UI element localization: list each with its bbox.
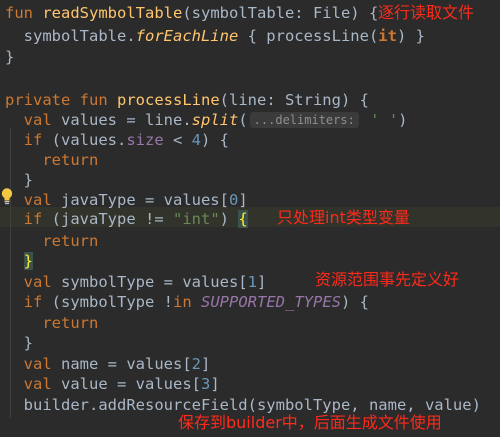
code-text: ]	[238, 191, 248, 209]
code-text: )	[398, 111, 408, 129]
code-line-3[interactable]: }	[5, 47, 14, 67]
code-text: (	[238, 111, 248, 129]
code-text: ) }	[396, 27, 425, 45]
constant: SUPPORTED_TYPES	[201, 293, 341, 311]
code-text: (line: String) {	[219, 91, 369, 109]
code-line-8[interactable]: return	[5, 150, 98, 170]
matched-brace: }	[23, 252, 34, 270]
keyword: if	[23, 131, 43, 149]
code-text: }	[23, 334, 34, 352]
number-literal: 4	[191, 131, 202, 149]
code-line-6[interactable]: val values = line.split(...delimiters: '…	[5, 110, 408, 130]
code-text: <	[163, 131, 192, 149]
code-text: }	[5, 48, 15, 66]
code-line-19[interactable]: val value = values[3]	[5, 374, 220, 394]
keyword: if	[23, 293, 43, 311]
code-text: }	[23, 171, 34, 189]
number-literal: 0	[228, 191, 239, 209]
code-text: (values.	[42, 131, 127, 149]
code-line-11[interactable]: if (javaType != "int") {	[5, 209, 248, 229]
extension-call: forEachLine	[135, 27, 239, 45]
code-line-18[interactable]: val name = values[2]	[5, 354, 211, 374]
code-text: javaType = values[	[51, 191, 229, 209]
property: size	[126, 131, 164, 149]
code-text: )	[219, 210, 239, 228]
keyword: fun	[5, 4, 33, 22]
code-text: (javaType !=	[42, 210, 173, 228]
annotation-int-only: 只处理int类型变量	[277, 208, 410, 227]
keyword: val	[23, 273, 52, 291]
string-literal: "int"	[173, 210, 220, 228]
code-line-7[interactable]: if (values.size < 4) {	[5, 130, 229, 150]
annotation-save-builder: 保存到builder中，后面生成文件使用	[178, 413, 442, 432]
code-text: (symbolType !	[42, 293, 173, 311]
matched-brace: {	[238, 210, 248, 228]
code-text: values = line.	[51, 111, 192, 129]
annotation-types-predefined: 资源范围事先定义好	[315, 270, 460, 289]
number-literal: 2	[191, 355, 201, 373]
code-text: builder.addResourceField(symbolType, nam…	[23, 396, 481, 414]
code-text: { processLine(	[238, 27, 379, 45]
keyword: val	[23, 191, 52, 209]
number-literal: 3	[200, 375, 211, 393]
it-keyword: it	[378, 27, 397, 45]
code-line-16[interactable]: return	[5, 313, 98, 333]
code-line-1[interactable]: fun readSymbolTable(symbolTable: File) {	[5, 3, 378, 23]
function-name: processLine	[117, 91, 220, 109]
code-line-15[interactable]: if (symbolType !in SUPPORTED_TYPES) {	[5, 292, 369, 312]
code-editor[interactable]: fun readSymbolTable(symbolTable: File) {…	[0, 0, 500, 437]
code-text: value = values[	[51, 375, 201, 393]
code-text: ) {	[201, 131, 230, 149]
string-literal: ' '	[370, 111, 399, 129]
annotation-read-file: 逐行读取文件	[378, 3, 475, 22]
code-line-13[interactable]: }	[5, 251, 34, 271]
function-name: readSymbolTable	[42, 4, 183, 22]
parameter-hint: ...delimiters:	[249, 112, 359, 128]
number-literal: 1	[247, 273, 257, 291]
code-text: (symbolTable: File) {	[182, 4, 379, 22]
keyword: val	[23, 375, 52, 393]
code-line-5[interactable]: private fun processLine(line: String) {	[5, 90, 369, 110]
code-text: ]	[210, 375, 220, 393]
keyword: if	[23, 210, 43, 228]
code-line-2[interactable]: symbolTable.forEachLine { processLine(it…	[5, 26, 425, 46]
keyword: in	[173, 293, 192, 311]
keyword: val	[23, 355, 52, 373]
code-text: symbolTable.	[23, 27, 136, 45]
code-line-14[interactable]: val symbolType = values[1]	[5, 272, 267, 292]
code-line-12[interactable]: return	[5, 231, 98, 251]
extension-call: split	[191, 111, 239, 129]
code-text: name = values[	[51, 355, 192, 373]
keyword: val	[23, 111, 52, 129]
code-line-17[interactable]: }	[5, 333, 33, 353]
keyword: private fun	[5, 91, 108, 109]
code-text: symbolType = values[	[51, 273, 248, 291]
code-text: ]	[256, 273, 267, 291]
code-text: ) {	[341, 293, 369, 311]
code-text: ]	[201, 355, 211, 373]
code-line-10[interactable]: val javaType = values[0]	[5, 190, 248, 210]
code-line-20[interactable]: builder.addResourceField(symbolType, nam…	[5, 395, 481, 415]
keyword: return	[42, 314, 99, 332]
keyword: return	[42, 232, 99, 250]
keyword: return	[42, 151, 99, 169]
